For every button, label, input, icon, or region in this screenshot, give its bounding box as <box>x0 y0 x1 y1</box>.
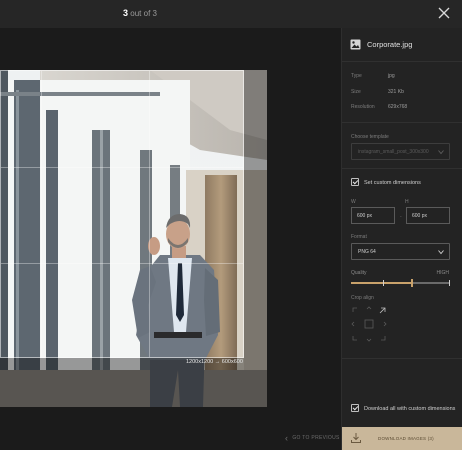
divider <box>342 168 462 169</box>
quality-label: Quality <box>351 270 367 276</box>
format-select[interactable]: PNG 64 <box>351 243 450 260</box>
go-to-previous-label: GO TO PREVIOUS <box>292 435 340 441</box>
quality-slider-fill <box>351 282 412 284</box>
download-all-label: Download all with custom dimensions <box>364 406 456 412</box>
download-icon <box>351 433 361 443</box>
divider <box>342 61 462 62</box>
image-total-label: out of 3 <box>130 9 157 18</box>
file-name: Corporate.jpg <box>367 40 413 49</box>
image-viewer: 1200x1200 → 600x600 ‹ GO TO PREVIOUS <box>0 28 341 450</box>
chevron-down-icon <box>438 250 444 255</box>
quality-slider-tick <box>383 280 384 286</box>
download-images-label: DOWNLOAD IMAGES (3) <box>378 436 434 441</box>
chevron-down-icon <box>438 150 444 155</box>
chevron-left-icon: ‹ <box>285 433 289 443</box>
settings-sidebar: Corporate.jpg Type jpg Size 321 Kb Resol… <box>341 28 462 450</box>
quality-slider[interactable] <box>351 279 450 287</box>
crop-shade-bottom <box>0 358 267 407</box>
quality-slider-thumb[interactable] <box>411 279 413 287</box>
image-file-icon <box>350 39 361 50</box>
go-to-previous-button[interactable]: ‹ GO TO PREVIOUS <box>285 433 340 443</box>
top-bar: 3 out of 3 <box>0 0 462 28</box>
width-label: W <box>351 199 356 205</box>
crop-align-label: Crop align <box>351 295 374 301</box>
crop-dimensions-readout: 1200x1200 → 600x600 <box>186 359 243 365</box>
crop-shade-right <box>244 70 267 358</box>
photo-preview[interactable]: 1200x1200 → 600x600 <box>0 70 267 407</box>
current-image-number: 3 <box>123 8 129 18</box>
format-select-value: PNG 64 <box>358 249 376 255</box>
close-icon[interactable] <box>436 5 452 21</box>
quality-slider-tick <box>449 280 450 286</box>
image-counter: 3 out of 3 <box>0 8 280 18</box>
crop-grid-line <box>149 71 150 357</box>
template-label: Choose template <box>351 134 389 140</box>
meta-type-label: Type <box>351 73 362 79</box>
download-images-button[interactable]: DOWNLOAD IMAGES (3) <box>342 427 462 450</box>
custom-dimensions-label: Set custom dimensions <box>364 180 421 186</box>
crop-grid-line <box>1 167 243 168</box>
meta-type-value: jpg <box>388 73 395 79</box>
download-all-checkbox[interactable] <box>351 404 359 412</box>
template-select[interactable]: instagram_small_post_300x300 <box>351 143 450 160</box>
meta-resolution-value: 629x768 <box>388 104 408 110</box>
crop-align-grid[interactable] <box>351 306 387 342</box>
dimension-separator: - <box>400 214 402 220</box>
meta-resolution-label: Resolution <box>351 104 375 110</box>
divider <box>342 122 462 123</box>
file-header: Corporate.jpg <box>350 39 412 50</box>
format-label: Format <box>351 234 367 240</box>
height-label: H <box>405 199 409 205</box>
quality-level: HIGH <box>436 270 450 276</box>
divider <box>342 358 462 359</box>
width-input[interactable]: 600 px <box>351 207 395 224</box>
crop-grid-line <box>1 263 243 264</box>
custom-dimensions-checkbox[interactable] <box>351 178 359 186</box>
meta-size-label: Size <box>351 89 361 95</box>
crop-frame[interactable] <box>0 70 244 358</box>
template-select-value: instagram_small_post_300x300 <box>358 149 429 155</box>
height-input[interactable]: 600 px <box>406 207 450 224</box>
image-export-dialog: 3 out of 3 1200x1200 → 600x600 ‹ GO TO P… <box>0 0 462 450</box>
meta-size-value: 321 Kb <box>388 89 404 95</box>
crop-grid-line <box>41 71 42 357</box>
